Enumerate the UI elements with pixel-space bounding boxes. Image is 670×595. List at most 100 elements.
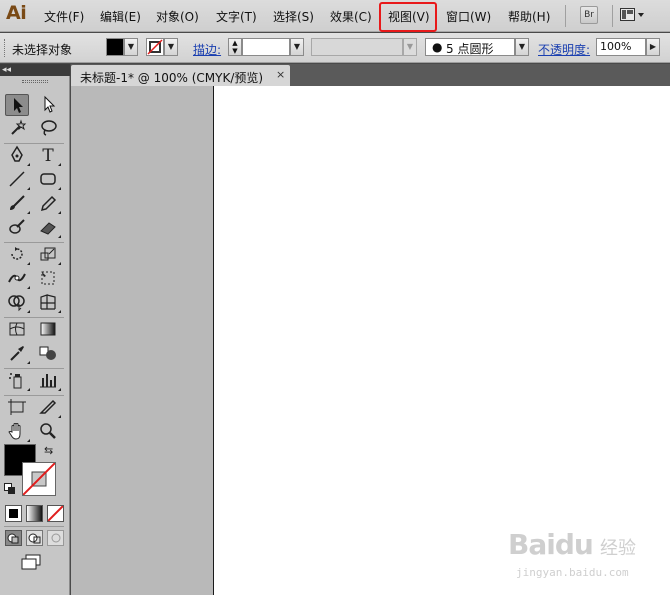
menu-object[interactable]: 对象(O) — [156, 8, 199, 25]
control-bar: 未选择对象 ▼ ▼ 描边: ▲ ▼ ▼ ▼ ● 5 点圆形 ▼ 不透明度: 100… — [0, 33, 670, 63]
tool-flyout-icon — [58, 235, 61, 238]
stroke-swatch[interactable] — [146, 38, 164, 56]
variable-width-dropdown[interactable]: ▼ — [403, 38, 417, 56]
artboard-tool-icon[interactable] — [5, 397, 29, 419]
brush-definition-field[interactable]: ● 5 点圆形 — [425, 38, 515, 56]
menu-help[interactable]: 帮助(H) — [508, 8, 550, 25]
free-transform-tool-icon[interactable] — [36, 268, 60, 290]
blend-tool-icon[interactable] — [36, 343, 60, 365]
pencil-tool-icon[interactable] — [36, 193, 61, 215]
rotate-tool-icon[interactable] — [5, 244, 30, 266]
mesh-tool-icon[interactable] — [5, 319, 29, 341]
slice-tool-icon[interactable] — [36, 397, 61, 419]
scale-tool-icon[interactable] — [36, 244, 61, 266]
line-segment-tool-icon[interactable] — [5, 169, 30, 191]
close-tab-icon[interactable]: × — [276, 68, 285, 81]
tool-flyout-icon — [27, 163, 30, 166]
document-tab-title: 未标题-1* @ 100% (CMYK/预览) — [80, 71, 264, 85]
document-tab[interactable]: 未标题-1* @ 100% (CMYK/预览) × — [71, 65, 290, 86]
eraser-tool-icon[interactable] — [36, 217, 61, 239]
workspace-switcher-icon[interactable] — [620, 8, 646, 22]
tool-flyout-icon — [27, 262, 30, 265]
direct-selection-tool-icon[interactable] — [36, 94, 60, 116]
menu-divider — [565, 5, 566, 27]
tool-separator — [4, 143, 64, 144]
stroke-weight-dropdown[interactable]: ▼ — [290, 38, 304, 56]
selection-status: 未选择对象 — [12, 43, 73, 57]
opacity-dropdown[interactable]: ▶ — [646, 38, 660, 56]
watermark-url: jingyan.baidu.com — [516, 566, 629, 579]
menu-window[interactable]: 窗口(W) — [446, 8, 491, 25]
tool-flyout-icon — [27, 439, 30, 442]
tool-flyout-icon — [58, 388, 61, 391]
tool-separator — [4, 242, 64, 243]
magic-wand-tool-icon[interactable] — [5, 118, 29, 140]
tool-flyout-icon — [27, 286, 30, 289]
paintbrush-tool-icon[interactable] — [5, 193, 30, 215]
blob-brush-tool-icon[interactable] — [5, 217, 29, 239]
gradient-tool-icon[interactable] — [36, 319, 60, 341]
stroke-dropdown[interactable]: ▼ — [164, 38, 178, 56]
menu-select[interactable]: 选择(S) — [273, 8, 314, 25]
menu-type[interactable]: 文字(T) — [216, 8, 257, 25]
symbol-sprayer-tool-icon[interactable] — [5, 370, 30, 392]
pen-tool-icon[interactable] — [5, 145, 30, 167]
tools-panel-grip[interactable] — [22, 80, 48, 83]
menu-divider-2 — [612, 5, 613, 27]
width-tool-icon[interactable] — [5, 268, 30, 290]
bridge-button[interactable]: Br — [580, 6, 598, 24]
brush-definition-dropdown[interactable]: ▼ — [515, 38, 529, 56]
perspective-grid-tool-icon[interactable] — [36, 292, 61, 314]
menu-effect[interactable]: 效果(C) — [330, 8, 372, 25]
opacity-label[interactable]: 不透明度: — [538, 41, 590, 58]
watermark: Baidu 经验 jingyan.baidu.com — [508, 522, 648, 584]
gradient-mode-icon[interactable] — [26, 505, 43, 522]
draw-behind-icon[interactable] — [26, 530, 43, 546]
selection-tool-icon[interactable] — [5, 94, 29, 116]
tool-separator — [4, 395, 64, 396]
tool-flyout-icon — [27, 388, 30, 391]
color-mode-icon[interactable] — [5, 505, 22, 522]
stroke-color-box[interactable] — [22, 462, 56, 496]
rounded-rectangle-tool-icon[interactable] — [36, 169, 61, 191]
collapse-panel-icon[interactable]: ◂◂ — [2, 64, 11, 76]
variable-width-profile[interactable] — [311, 38, 403, 56]
tool-flyout-icon — [27, 361, 30, 364]
tools-panel: ◂◂ T ⇆ — [0, 64, 70, 595]
fill-dropdown[interactable]: ▼ — [124, 38, 138, 56]
shape-builder-tool-icon[interactable] — [5, 292, 30, 314]
lasso-tool-icon[interactable] — [36, 118, 60, 140]
artboard[interactable] — [213, 86, 670, 595]
tool-flyout-icon — [58, 415, 61, 418]
draw-normal-icon[interactable] — [5, 530, 22, 546]
zoom-tool-icon[interactable] — [36, 421, 60, 443]
bridge-label: Br — [584, 10, 594, 20]
app-logo: Ai — [6, 2, 27, 24]
tool-flyout-icon — [58, 211, 61, 214]
eyedropper-tool-icon[interactable] — [5, 343, 30, 365]
menu-edit[interactable]: 编辑(E) — [100, 8, 141, 25]
screen-mode-icon[interactable] — [20, 554, 44, 572]
menu-file[interactable]: 文件(F) — [44, 8, 84, 25]
tool-separator — [4, 317, 64, 318]
stroke-weight-stepper[interactable]: ▲ ▼ — [228, 38, 242, 56]
opacity-input[interactable]: 100% — [596, 38, 646, 56]
tool-flyout-icon — [58, 310, 61, 313]
fill-swatch[interactable] — [106, 38, 124, 56]
stroke-weight-input[interactable] — [242, 38, 290, 56]
tool-separator — [4, 526, 64, 527]
watermark-cn: 经验 — [600, 538, 636, 559]
stroke-label[interactable]: 描边: — [193, 41, 221, 58]
hand-tool-icon[interactable] — [5, 421, 30, 443]
tool-flyout-icon — [27, 211, 30, 214]
none-mode-icon[interactable] — [47, 505, 64, 522]
column-graph-tool-icon[interactable] — [36, 370, 61, 392]
default-fill-stroke-icon[interactable] — [4, 483, 16, 495]
tool-separator — [4, 368, 64, 369]
swap-fill-stroke-icon[interactable]: ⇆ — [44, 444, 58, 458]
draw-inside-icon[interactable] — [47, 530, 64, 546]
brush-definition-value: 5 点圆形 — [446, 42, 494, 56]
brush-dot-icon: ● — [432, 40, 443, 54]
tool-flyout-icon — [58, 187, 61, 190]
type-tool-icon[interactable]: T — [36, 145, 61, 167]
